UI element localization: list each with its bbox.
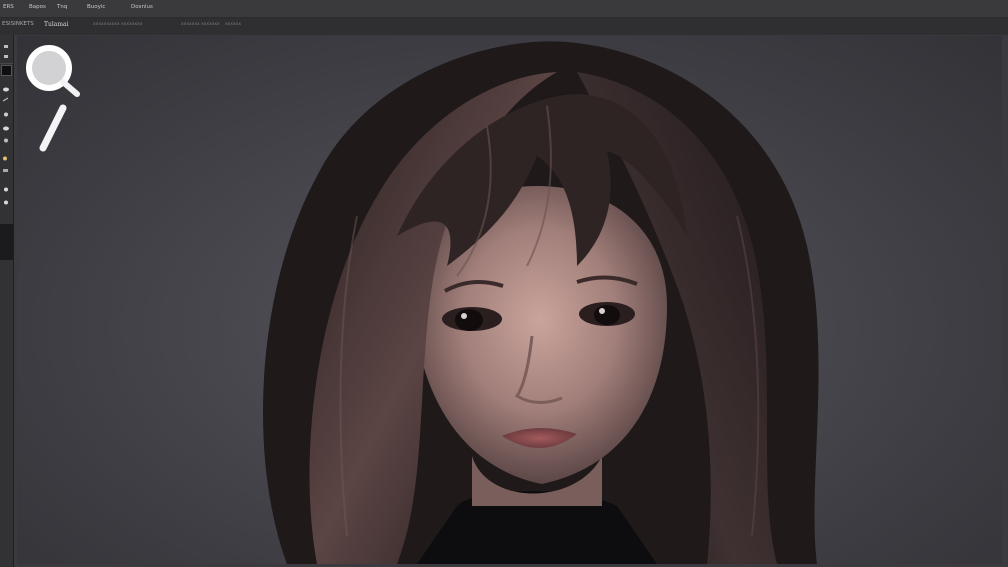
move-tool-icon[interactable] <box>2 44 10 49</box>
menu-item-2[interactable]: Bapos <box>29 4 46 10</box>
options-left-label: ESISINKETS <box>2 21 34 27</box>
hand-tool-icon[interactable] <box>2 187 10 192</box>
zoom-tool-icon[interactable] <box>2 200 10 205</box>
magnifier-cursor-icon <box>26 45 80 152</box>
menu-bar: ERS Bapos Tnq Buoyic Dosnlus <box>0 0 1008 18</box>
options-bar: ESISINKETS Tulamai xxxxxxxxxx xxxxxxxx x… <box>0 18 1008 36</box>
menu-item-1[interactable]: ERS <box>3 4 14 10</box>
document-canvas[interactable] <box>17 36 1002 564</box>
brush-tool-icon[interactable] <box>2 97 10 102</box>
options-field-c[interactable]: xxxxxx <box>225 22 241 27</box>
portrait-image <box>263 41 819 564</box>
menu-item-3[interactable]: Tnq <box>57 4 67 10</box>
type-tool-icon[interactable] <box>2 168 10 173</box>
mode-label[interactable]: Tulamai <box>44 21 69 28</box>
lasso-tool-icon[interactable] <box>2 87 10 92</box>
options-field-b[interactable]: xxxxxxx xxxxxxx <box>181 22 220 27</box>
toolbar-scroll-strip[interactable] <box>0 224 13 260</box>
pen-tool-icon[interactable] <box>2 156 10 161</box>
options-field-a[interactable]: xxxxxxxxxx xxxxxxxx <box>93 22 142 27</box>
foreground-color-swatch[interactable] <box>1 65 12 76</box>
marquee-tool-icon[interactable] <box>2 54 10 59</box>
dodge-tool-icon[interactable] <box>2 138 10 143</box>
toolbar-divider <box>0 63 13 64</box>
menu-item-4[interactable]: Buoyic <box>87 4 105 10</box>
stamp-tool-icon[interactable] <box>2 112 10 117</box>
tools-panel <box>0 35 14 567</box>
eraser-tool-icon[interactable] <box>2 126 10 131</box>
menu-item-5[interactable]: Dosnlus <box>131 4 153 10</box>
